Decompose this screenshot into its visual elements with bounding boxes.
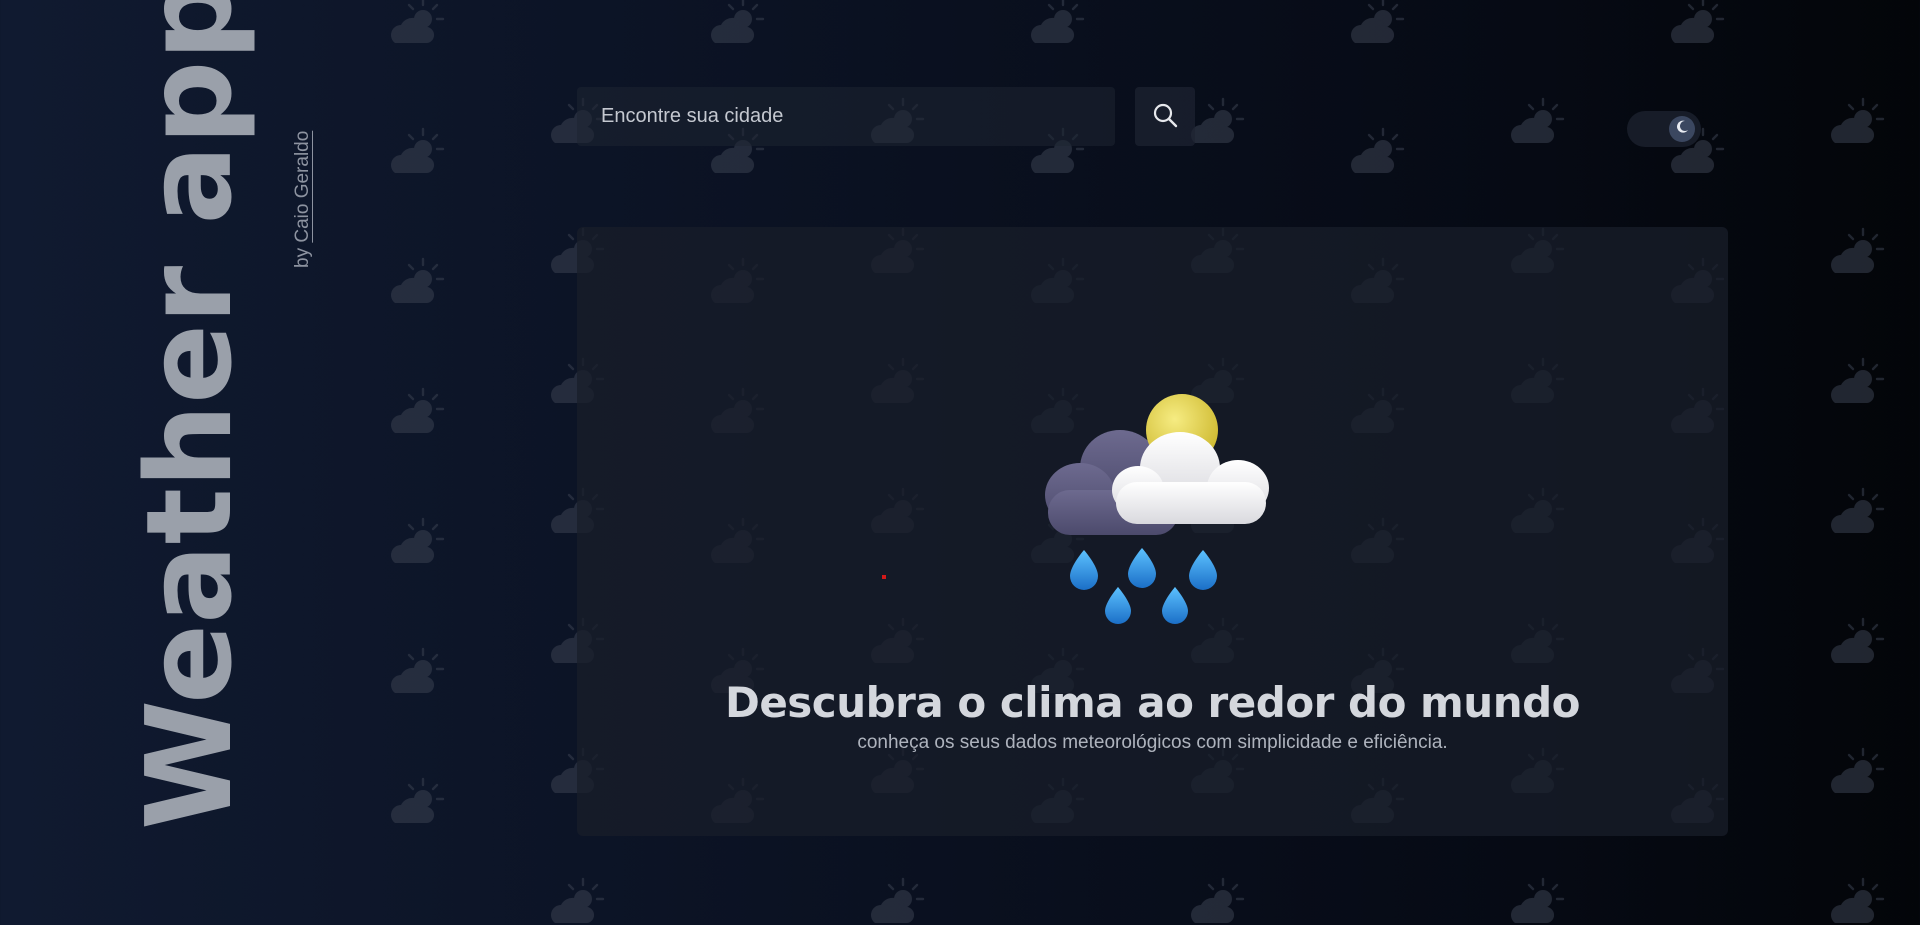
sun-cloud-icon <box>385 125 445 185</box>
app-title: Weather app <box>120 0 258 830</box>
sun-cloud-icon <box>705 0 765 55</box>
sun-cloud-icon <box>1025 0 1085 55</box>
sun-cloud-icon <box>1505 875 1565 925</box>
sun-cloud-icon <box>385 775 445 835</box>
moon-icon <box>1674 119 1690 139</box>
hero-subline: conheça os seus dados meteorológicos com… <box>857 732 1448 753</box>
sun-cloud-icon <box>1825 225 1885 285</box>
sun-cloud-icon <box>1185 875 1245 925</box>
sun-cloud-icon <box>1345 0 1405 55</box>
sun-cloud-icon <box>1825 745 1885 805</box>
sun-cloud-icon <box>1825 615 1885 675</box>
sun-cloud-icon <box>385 645 445 705</box>
sun-cloud-icon <box>1825 875 1885 925</box>
sun-cloud-icon <box>1345 125 1405 185</box>
sun-cloud-icon <box>1505 95 1565 155</box>
sun-cloud-icon <box>1665 0 1725 55</box>
stray-dot <box>882 575 886 579</box>
author-credit: by Caio Geraldo <box>292 131 314 268</box>
sun-cloud-icon <box>385 255 445 315</box>
search-button[interactable] <box>1135 87 1195 146</box>
search-icon <box>1151 101 1179 132</box>
sun-cloud-icon <box>1825 355 1885 415</box>
author-link[interactable]: Caio Geraldo <box>292 131 313 243</box>
sun-cloud-icon <box>385 0 445 55</box>
hero-headline: Descubra o clima ao redor do mundo <box>724 678 1581 727</box>
toggle-knob <box>1669 116 1695 142</box>
sun-cloud-icon <box>385 385 445 445</box>
author-prefix: by <box>292 247 313 268</box>
sun-cloud-icon <box>865 875 925 925</box>
sun-cloud-icon <box>1825 95 1885 155</box>
search-input[interactable] <box>577 87 1115 146</box>
theme-toggle[interactable] <box>1627 111 1701 147</box>
sun-cloud-icon <box>385 515 445 575</box>
sun-cloud-icon <box>545 875 605 925</box>
sun-cloud-icon <box>1825 485 1885 545</box>
rain-sun-cloud-icon <box>1020 390 1280 630</box>
